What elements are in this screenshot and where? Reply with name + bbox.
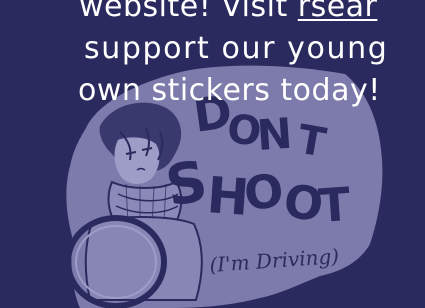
intro-line-2: support our young [84, 31, 389, 66]
shop-link[interactable]: rsear [298, 0, 378, 24]
intro-line-1: website! Visit rsear [79, 0, 377, 28]
intro-line-1-text: website! Visit [79, 0, 298, 24]
intro-line-3: own stickers today! [78, 73, 381, 108]
intro-text: website! Visit rsear support our young o… [0, 0, 425, 308]
page: D O N T S H O O T (I'm Driving) website!… [0, 0, 425, 308]
